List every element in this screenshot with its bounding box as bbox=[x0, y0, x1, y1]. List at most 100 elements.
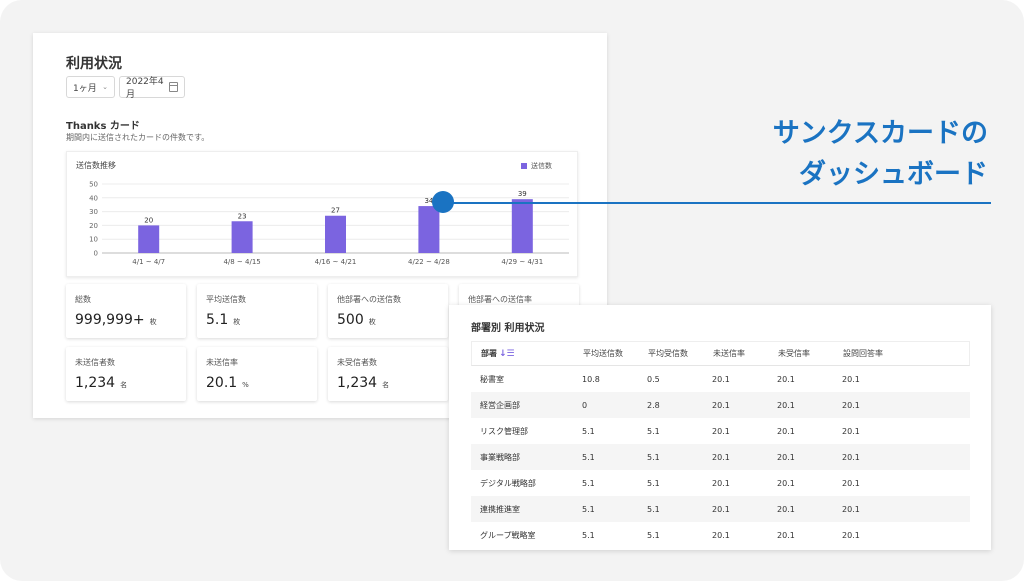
table-cell: 20.1 bbox=[712, 374, 730, 384]
bar-chart: 0 10 20 30 40 50 20 4/1 ~ 4/7 23 4/8 ~ 4/15 27 4/16… bbox=[89, 181, 569, 266]
table-row[interactable]: 経営企画部 0 2.8 20.1 20.1 20.1 bbox=[471, 392, 970, 418]
month-picker[interactable]: 2022年4月 bbox=[119, 76, 185, 100]
y-tick-label: 40 bbox=[89, 194, 98, 202]
table-cell: 20.1 bbox=[777, 504, 795, 514]
stat-value: 999,999+ 枚 bbox=[75, 312, 157, 328]
department-name-cell: リスク管理部 bbox=[480, 426, 528, 436]
table-cell: 20.1 bbox=[842, 400, 860, 410]
y-tick-label: 30 bbox=[89, 208, 98, 216]
headline-line-2: ダッシュボード bbox=[799, 159, 988, 190]
stat-unit: % bbox=[242, 381, 249, 389]
stat-label: 総数 bbox=[75, 295, 91, 304]
y-tick-label: 50 bbox=[89, 181, 98, 189]
table-cell: 5.1 bbox=[647, 426, 660, 436]
period-select[interactable]: 1ヶ月 ⌄ bbox=[66, 76, 115, 98]
stat-value: 20.1% bbox=[206, 375, 249, 391]
background-frame: 利用状況 1ヶ月 ⌄ 2022年4月 Thanks カード 期間内に送信されたカ… bbox=[0, 0, 1024, 581]
bar[interactable] bbox=[418, 206, 440, 253]
table-title: 部署別 利用状況 bbox=[471, 323, 545, 334]
table-cell: 20.1 bbox=[777, 478, 795, 488]
table-cell: 20.1 bbox=[712, 426, 730, 436]
table-row[interactable]: 秘書室 10.8 0.5 20.1 20.1 20.1 bbox=[471, 366, 970, 392]
table-cell: 20.1 bbox=[777, 426, 795, 436]
column-header: 平均受信数 bbox=[648, 349, 688, 358]
table-cell: 5.1 bbox=[582, 504, 595, 514]
column-header: 設問回答率 bbox=[843, 349, 883, 358]
table-cell: 10.8 bbox=[582, 374, 600, 384]
table-row[interactable]: デジタル戦略部 5.1 5.1 20.1 20.1 20.1 bbox=[471, 470, 970, 496]
x-tick-label: 4/8 ~ 4/15 bbox=[223, 258, 260, 266]
table-cell: 5.1 bbox=[582, 452, 595, 462]
sort-icon[interactable]: ↓☰ bbox=[499, 349, 515, 359]
bar-value-label: 27 bbox=[331, 207, 340, 215]
department-name-cell: 連携推進室 bbox=[480, 504, 520, 514]
stat-value: 500 枚 bbox=[337, 312, 376, 328]
y-tick-label: 0 bbox=[94, 250, 98, 258]
stat-label: 平均送信数 bbox=[206, 295, 246, 304]
stat-label: 未受信者数 bbox=[337, 358, 377, 367]
bar[interactable] bbox=[138, 225, 160, 253]
chevron-down-icon: ⌄ bbox=[102, 83, 108, 91]
x-tick-label: 4/22 ~ 4/28 bbox=[408, 258, 450, 266]
table-cell: 0.5 bbox=[647, 374, 660, 384]
table-cell: 0 bbox=[582, 400, 588, 410]
table-cell: 5.1 bbox=[582, 530, 595, 540]
month-value: 2022年4月 bbox=[126, 77, 164, 100]
stat-label: 他部署への送信率 bbox=[468, 295, 532, 304]
bar[interactable] bbox=[325, 215, 346, 253]
table-cell: 20.1 bbox=[777, 452, 795, 462]
calendar-icon bbox=[168, 82, 178, 92]
page-title: 利用状況 bbox=[66, 56, 122, 72]
column-header: 未送信率 bbox=[713, 349, 745, 358]
section-description: 期間内に送信されたカードの件数です。 bbox=[66, 133, 210, 142]
table-cell: 20.1 bbox=[842, 426, 860, 436]
bar-value-label: 23 bbox=[238, 212, 247, 220]
stat-number: 1,234 bbox=[337, 375, 378, 391]
column-label: 部署 bbox=[481, 349, 497, 358]
connector-dot bbox=[432, 191, 454, 213]
table-cell: 20.1 bbox=[712, 530, 730, 540]
table-cell: 20.1 bbox=[712, 504, 730, 514]
table-cell: 5.1 bbox=[647, 452, 660, 462]
table-cell: 20.1 bbox=[712, 452, 730, 462]
x-tick-label: 4/29 ~ 4/31 bbox=[501, 258, 543, 266]
stat-value: 1,234 名 bbox=[337, 375, 389, 391]
table-row[interactable]: グループ戦略室 5.1 5.1 20.1 20.1 20.1 bbox=[471, 522, 970, 548]
stat-card-average-sent: 平均送信数 5.1 枚 bbox=[197, 284, 317, 338]
headline-line-1: サンクスカードの bbox=[772, 118, 988, 149]
stat-unit: 枚 bbox=[149, 318, 157, 326]
table-cell: 20.1 bbox=[842, 504, 860, 514]
table-row[interactable]: リスク管理部 5.1 5.1 20.1 20.1 20.1 bbox=[471, 418, 970, 444]
column-header-department[interactable]: 部署 ↓☰ bbox=[472, 348, 583, 359]
stat-number: 500 bbox=[337, 312, 364, 328]
department-name-cell: デジタル戦略部 bbox=[480, 478, 536, 488]
connector-line bbox=[443, 202, 991, 204]
table-cell: 20.1 bbox=[777, 400, 795, 410]
table-cell: 20.1 bbox=[712, 400, 730, 410]
bar[interactable] bbox=[511, 199, 533, 253]
column-header: 平均送信数 bbox=[583, 349, 623, 358]
chart-card: 送信数推移 送信数 0 10 20 30 40 50 20 4/1 ~ 4/7 23 4/8 ~ … bbox=[66, 151, 578, 277]
bar-value-label: 39 bbox=[518, 190, 527, 198]
stat-value: 1,234 名 bbox=[75, 375, 127, 391]
period-value: 1ヶ月 bbox=[73, 83, 97, 94]
stat-number: 1,234 bbox=[75, 375, 116, 391]
table-header: 部署 ↓☰ 平均送信数 平均受信数 未送信率 未受信率 設問回答率 bbox=[471, 341, 970, 366]
x-tick-label: 4/16 ~ 4/21 bbox=[315, 258, 357, 266]
table-cell: 5.1 bbox=[647, 504, 660, 514]
stat-unit: 名 bbox=[382, 381, 390, 389]
column-header: 未受信率 bbox=[778, 349, 810, 358]
stat-label: 未送信者数 bbox=[75, 358, 115, 367]
table-row[interactable]: 連携推進室 5.1 5.1 20.1 20.1 20.1 bbox=[471, 496, 970, 522]
stat-unit: 枚 bbox=[368, 318, 376, 326]
stat-number: 999,999+ bbox=[75, 312, 145, 328]
bar[interactable] bbox=[231, 221, 253, 253]
stat-card-unreceived-users: 未受信者数 1,234 名 bbox=[328, 347, 448, 401]
table-cell: 20.1 bbox=[842, 478, 860, 488]
table-row[interactable]: 事業戦略部 5.1 5.1 20.1 20.1 20.1 bbox=[471, 444, 970, 470]
stat-unit: 名 bbox=[120, 381, 128, 389]
table-cell: 5.1 bbox=[647, 530, 660, 540]
x-tick-label: 4/1 ~ 4/7 bbox=[132, 258, 165, 266]
table-cell: 5.1 bbox=[582, 426, 595, 436]
department-name-cell: 経営企画部 bbox=[480, 400, 520, 410]
